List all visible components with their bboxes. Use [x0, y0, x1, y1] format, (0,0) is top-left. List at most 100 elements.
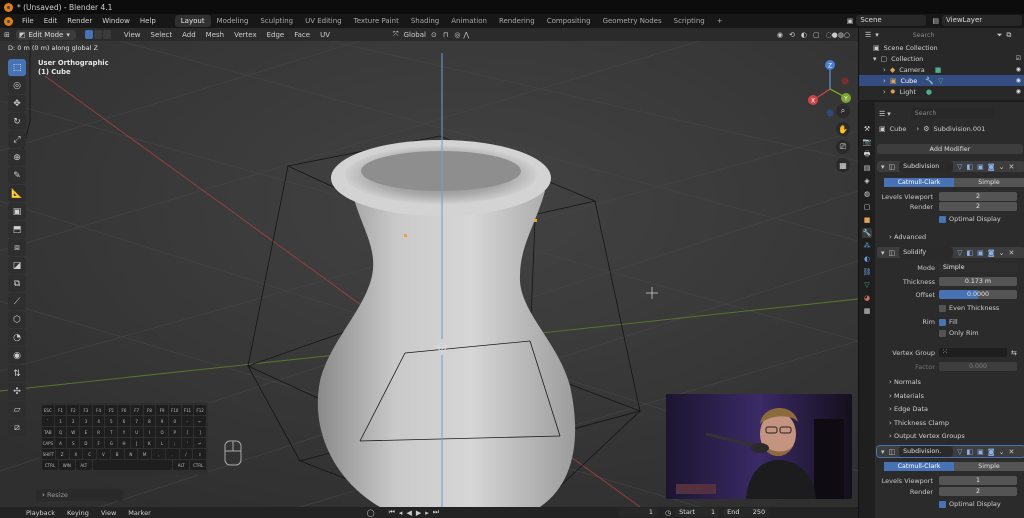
cage-toggle-icon[interactable]: ◧ [967, 163, 974, 171]
menu-keying[interactable]: Keying [61, 509, 95, 517]
edit-mode-toggle-icon[interactable]: ▽ [957, 448, 962, 456]
auto-key-icon[interactable]: ◯ [367, 509, 375, 517]
menu-timeline-view[interactable]: View [95, 509, 122, 517]
realtime-toggle-icon[interactable]: ▣ [977, 448, 984, 456]
properties-editor-icon[interactable]: ☰ [879, 110, 885, 118]
render-levels-field[interactable]: 2 [939, 487, 1017, 496]
vertex-group-field[interactable]: ⁙ [939, 348, 1007, 357]
edit-mode-toggle-icon[interactable]: ▽ [957, 249, 962, 257]
smooth-icon[interactable]: ◉ [8, 347, 26, 364]
texture-tab-icon[interactable]: ▦ [862, 306, 872, 316]
modifier-name-field[interactable]: Subdivision [899, 161, 954, 172]
catmull-clark-tab[interactable]: Catmull-Clark [884, 178, 954, 187]
filter-icon[interactable]: ⏷ [997, 31, 1003, 40]
workspace-tab-rendering[interactable]: Rendering [493, 15, 541, 27]
face-select-button[interactable] [102, 30, 111, 39]
eye-icon[interactable]: ◉ [1016, 66, 1021, 73]
pan-hand-icon[interactable]: ✋ [836, 122, 850, 136]
fill-checkbox[interactable] [939, 318, 946, 326]
perspective-grid-icon[interactable]: ▦ [836, 158, 850, 172]
levels-viewport-field[interactable]: 1 [939, 476, 1017, 485]
modifier-options-icon[interactable]: ⌄ [999, 448, 1005, 456]
render-toggle-icon[interactable]: ◙ [988, 163, 995, 171]
pivot-icon[interactable]: ⊙ [431, 31, 437, 39]
modifier-panel-header[interactable]: ▾ ◫ Solidify ▽ ◧ ▣ ◙ ⌄ ✕ [877, 247, 1024, 258]
xray-toggle-icon[interactable]: ▢ [813, 31, 820, 39]
last-operator-panel[interactable]: › Resize [36, 489, 123, 501]
render-tab-icon[interactable]: 📷 [862, 137, 872, 147]
new-collection-icon[interactable]: ⧉ [1006, 31, 1011, 40]
menu-vertex[interactable]: Vertex [229, 31, 262, 39]
vertex[interactable] [534, 219, 537, 222]
modifier-tab-icon[interactable]: 🔧 [862, 228, 872, 238]
bevel-icon[interactable]: ◪ [8, 257, 26, 274]
add-modifier-button[interactable]: Add Modifier [877, 144, 1023, 154]
preview-range-icon[interactable]: ◷ [665, 509, 671, 517]
annotate-icon[interactable]: ✎ [8, 167, 26, 184]
editor-type-icon[interactable]: ⊞ [4, 31, 10, 39]
transform-orientation[interactable]: Global [399, 31, 431, 39]
output-tab-icon[interactable]: 🖶 [862, 150, 872, 160]
render-toggle-icon[interactable]: ◙ [988, 448, 995, 456]
outliner-editor-icon[interactable]: ☰ [865, 31, 871, 39]
3d-viewport[interactable]: D: 0 m (0 m) along global Z User Orthogr… [0, 41, 858, 507]
falloff-icon[interactable]: ⋀ [463, 31, 469, 39]
vertex-select-button[interactable] [84, 30, 93, 39]
zoom-icon[interactable]: ⌕ [836, 104, 850, 118]
menu-marker[interactable]: Marker [122, 509, 156, 517]
outliner-row-cube[interactable]: › ▣ Cube 🔧 ▽ ◉ [859, 75, 1024, 86]
modifier-name-field[interactable]: Solidify [899, 247, 954, 258]
workspace-tab-compositing[interactable]: Compositing [541, 15, 597, 27]
eye-icon[interactable]: ◉ [1016, 88, 1021, 95]
mode-selector[interactable]: ◩ Edit Mode ▾ [15, 29, 76, 40]
spin-icon[interactable]: ◔ [8, 329, 26, 346]
realtime-toggle-icon[interactable]: ▣ [977, 249, 984, 257]
workspace-tab-texture-paint[interactable]: Texture Paint [348, 15, 405, 27]
knife-icon[interactable]: ⟋ [8, 293, 26, 310]
blender-menu-icon[interactable] [4, 16, 13, 26]
scene-selector[interactable]: Scene [856, 15, 927, 26]
end-frame-field[interactable]: End 250 [723, 508, 770, 517]
collapse-arrow-icon[interactable]: ▾ [881, 249, 885, 257]
collapse-arrow-icon[interactable]: ▾ [881, 163, 885, 171]
modifier-panel-header[interactable]: ▾ ◫ Subdivision. ▽ ◧ ▣ ◙ ⌄ ✕ [876, 445, 1024, 458]
optimal-display-checkbox[interactable] [939, 500, 946, 508]
cage-toggle-icon[interactable]: ◧ [967, 448, 974, 456]
outliner-row-scene-collection[interactable]: ▣ Scene Collection [859, 42, 1024, 53]
workspace-tab-geometry-nodes[interactable]: Geometry Nodes [597, 15, 668, 27]
menu-face[interactable]: Face [289, 31, 315, 39]
outliner-row-camera[interactable]: › ◆ Camera ■ ◉ [859, 64, 1024, 75]
menu-edge[interactable]: Edge [262, 31, 290, 39]
menu-add[interactable]: Add [177, 31, 201, 39]
workspace-tab-layout[interactable]: Layout [174, 15, 211, 27]
rotate-icon[interactable]: ↻ [8, 113, 26, 130]
add-workspace-button[interactable]: + [711, 15, 729, 27]
menu-help[interactable]: Help [135, 17, 161, 25]
constraints-tab-icon[interactable]: ⛓ [862, 267, 872, 277]
gizmo-toggle-icon[interactable]: ⟲ [789, 31, 795, 39]
outliner-search-input[interactable]: Search [908, 29, 969, 41]
simple-tab[interactable]: Simple [954, 462, 1024, 471]
vertex[interactable] [404, 234, 407, 237]
render-toggle-icon[interactable]: ◙ [988, 249, 995, 257]
even-thickness-checkbox[interactable] [939, 304, 946, 312]
menu-window[interactable]: Window [97, 17, 135, 25]
only-rim-checkbox[interactable] [939, 329, 946, 337]
workspace-tab-sculpting[interactable]: Sculpting [254, 15, 299, 27]
tool-tab-icon[interactable]: ⚒ [862, 124, 872, 134]
collection-checkbox-icon[interactable]: ☑ [1016, 55, 1021, 62]
camera-view-icon[interactable]: ⎚ [836, 140, 850, 154]
current-frame-field[interactable]: 1 [619, 508, 658, 517]
workspace-tab-animation[interactable]: Animation [445, 15, 493, 27]
modifier-panel-header[interactable]: ▾ ◫ Subdivision ▽ ◧ ▣ ◙ ⌄ ✕ [877, 161, 1024, 172]
rip-icon[interactable]: ⧄ [8, 419, 26, 436]
menu-view[interactable]: View [119, 31, 146, 39]
properties-search-input[interactable]: Search [910, 108, 995, 119]
modifier-options-icon[interactable]: ⌄ [999, 163, 1005, 171]
menu-file[interactable]: File [17, 17, 39, 25]
data-tab-icon[interactable]: ▽ [862, 280, 872, 290]
view-layer-tab-icon[interactable]: ▤ [862, 163, 872, 173]
advanced-subpanel[interactable]: › Advanced [875, 233, 1024, 241]
proportional-edit-icon[interactable]: ◎ [454, 31, 460, 39]
snap-icon[interactable]: ⊓ [443, 31, 448, 39]
